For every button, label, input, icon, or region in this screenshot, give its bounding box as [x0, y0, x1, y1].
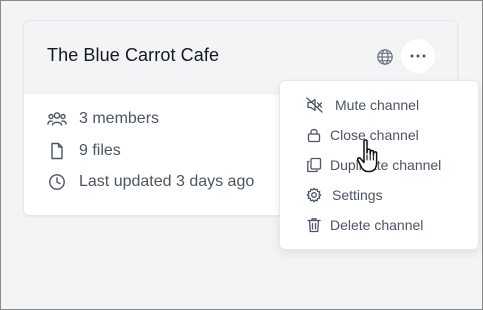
channel-title: The Blue Carrot Cafe: [47, 45, 220, 65]
menu-item-label: Settings: [332, 187, 383, 203]
lock-icon: [307, 128, 321, 143]
file-icon: [51, 142, 63, 160]
window-frame: The Blue Carrot Cafe 3 members 9 files L…: [0, 0, 483, 310]
files-count: 9 files: [79, 142, 121, 159]
menu-item-label: Mute channel: [335, 97, 420, 113]
menu-item-settings[interactable]: Settings: [280, 180, 478, 210]
menu-item-delete-channel[interactable]: Delete channel: [280, 210, 478, 240]
mute-icon: [306, 97, 323, 113]
updated-row: Last updated 3 days ago: [47, 171, 254, 193]
more-icon: [410, 54, 426, 58]
trash-icon: [307, 218, 321, 233]
members-count: 3 members: [79, 110, 160, 127]
files-row: 9 files: [47, 140, 121, 162]
clock-icon: [49, 174, 65, 190]
hand-pointer-cursor-icon: [356, 139, 378, 173]
gear-icon: [306, 187, 322, 203]
members-row: 3 members: [47, 108, 159, 130]
duplicate-icon: [307, 157, 322, 173]
globe-icon[interactable]: [376, 48, 394, 66]
menu-item-label: Delete channel: [330, 217, 424, 233]
last-updated: Last updated 3 days ago: [79, 173, 255, 190]
users-icon: [47, 112, 67, 126]
more-options-button[interactable]: [401, 39, 435, 73]
menu-item-label: Duplicate channel: [330, 157, 442, 173]
menu-item-mute-channel[interactable]: Mute channel: [280, 90, 478, 120]
